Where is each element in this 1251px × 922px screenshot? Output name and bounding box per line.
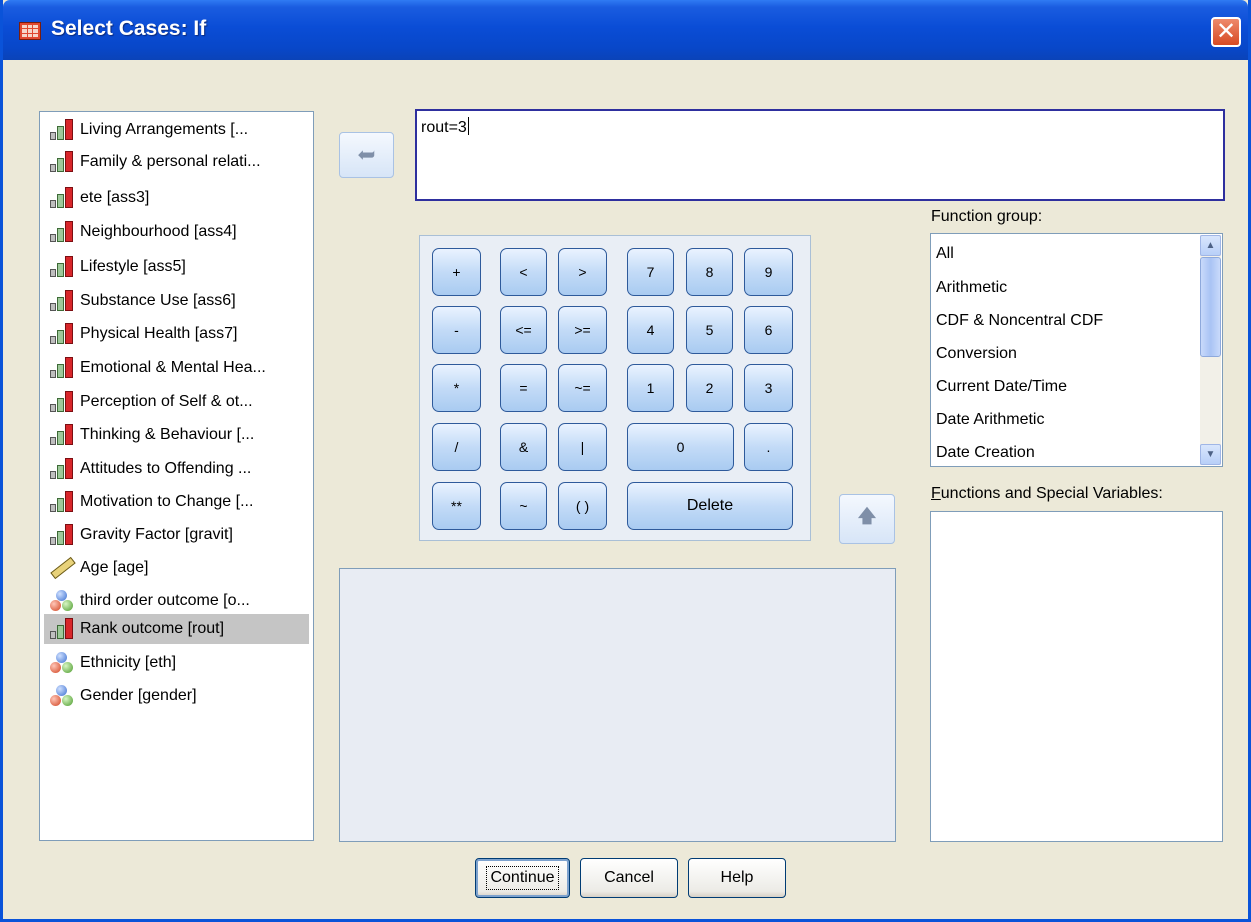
scroll-down-button[interactable]: ▼	[1200, 444, 1221, 465]
key-0[interactable]: 0	[627, 423, 734, 471]
ordinal-icon	[48, 617, 76, 641]
function-group-label: Function group:	[931, 208, 1043, 225]
list-item-function-group[interactable]: Arithmetic	[936, 279, 1007, 297]
ordinal-icon	[48, 255, 76, 279]
key-7[interactable]: 7	[627, 248, 674, 296]
nominal-icon	[48, 651, 76, 675]
list-item-function-group[interactable]: Date Arithmetic	[936, 411, 1044, 429]
key-equals[interactable]: =	[500, 364, 547, 412]
list-item-variable[interactable]: Age [age]	[44, 553, 309, 583]
list-item-variable[interactable]: Neighbourhood [ass4]	[44, 217, 309, 247]
key-greater-equal[interactable]: >=	[558, 306, 607, 354]
calculator-keypad: + < > 7 8 9 - <= >= 4 5 6 * = ~= 1 2 3 /…	[419, 235, 811, 541]
list-item-variable-selected[interactable]: Rank outcome [rout]	[44, 614, 309, 644]
list-item-variable[interactable]: Attitudes to Offending ...	[44, 454, 309, 484]
continue-button[interactable]: Continue	[475, 858, 570, 898]
key-1[interactable]: 1	[627, 364, 674, 412]
title-bar: Select Cases: If ✕	[3, 0, 1248, 60]
key-greater-than[interactable]: >	[558, 248, 607, 296]
key-less-than[interactable]: <	[500, 248, 547, 296]
key-divide[interactable]: /	[432, 423, 481, 471]
list-item-function-group[interactable]: Conversion	[936, 345, 1017, 363]
cancel-button[interactable]: Cancel	[580, 858, 678, 898]
key-2[interactable]: 2	[686, 364, 733, 412]
key-delete[interactable]: Delete	[627, 482, 793, 530]
key-minus[interactable]: -	[432, 306, 481, 354]
numeric-expression-input[interactable]: rout=3	[415, 109, 1225, 201]
ordinal-icon	[48, 118, 76, 142]
ordinal-icon	[48, 289, 76, 313]
list-item-variable[interactable]: Thinking & Behaviour [...	[44, 420, 309, 450]
scroll-thumb[interactable]	[1200, 257, 1221, 357]
arrow-up-icon: 🡅	[857, 506, 877, 526]
list-item-variable[interactable]: Gravity Factor [gravit]	[44, 520, 309, 550]
key-9[interactable]: 9	[744, 248, 793, 296]
spss-dialog-icon	[19, 22, 41, 40]
bent-arrow-left-icon: ➥	[357, 142, 376, 167]
key-6[interactable]: 6	[744, 306, 793, 354]
list-item-variable[interactable]: third order outcome [o...	[44, 586, 309, 616]
move-to-expression-button[interactable]: ➥	[339, 132, 394, 178]
key-3[interactable]: 3	[744, 364, 793, 412]
key-8[interactable]: 8	[686, 248, 733, 296]
key-or[interactable]: |	[558, 423, 607, 471]
triangle-down-icon: ▼	[1205, 449, 1216, 460]
window-title: Select Cases: If	[51, 17, 207, 40]
variable-list[interactable]: Living Arrangements [... Family & person…	[39, 111, 314, 841]
key-not-equal[interactable]: ~=	[558, 364, 607, 412]
list-item-variable[interactable]: ete [ass3]	[44, 183, 309, 213]
list-item-function-group[interactable]: All	[936, 245, 954, 263]
close-button[interactable]: ✕	[1211, 17, 1241, 47]
list-item-variable[interactable]: Living Arrangements [...	[44, 115, 309, 145]
ordinal-icon	[48, 457, 76, 481]
nominal-icon	[48, 589, 76, 613]
ordinal-icon	[48, 220, 76, 244]
list-item-variable[interactable]: Motivation to Change [...	[44, 487, 309, 517]
key-less-equal[interactable]: <=	[500, 306, 547, 354]
key-parentheses[interactable]: ( )	[558, 482, 607, 530]
list-item-variable[interactable]: Family & personal relati...	[44, 147, 309, 177]
function-group-list[interactable]: All Arithmetic CDF & Noncentral CDF Conv…	[930, 233, 1223, 467]
expression-text: rout=3	[421, 119, 467, 136]
close-icon: ✕	[1215, 18, 1237, 45]
key-and[interactable]: &	[500, 423, 547, 471]
scroll-up-button[interactable]: ▲	[1200, 235, 1221, 256]
ordinal-icon	[48, 523, 76, 547]
list-item-variable[interactable]: Physical Health [ass7]	[44, 319, 309, 349]
functions-special-variables-list[interactable]	[930, 511, 1223, 842]
ordinal-icon	[48, 322, 76, 346]
ordinal-icon	[48, 356, 76, 380]
scale-icon	[48, 556, 76, 580]
key-power[interactable]: **	[432, 482, 481, 530]
nominal-icon	[48, 684, 76, 708]
ordinal-icon	[48, 186, 76, 210]
list-item-variable[interactable]: Perception of Self & ot...	[44, 387, 309, 417]
ordinal-icon	[48, 490, 76, 514]
key-plus[interactable]: +	[432, 248, 481, 296]
ordinal-icon	[48, 423, 76, 447]
key-multiply[interactable]: *	[432, 364, 481, 412]
key-5[interactable]: 5	[686, 306, 733, 354]
list-item-variable[interactable]: Ethnicity [eth]	[44, 648, 309, 678]
key-decimal[interactable]: .	[744, 423, 793, 471]
functions-special-variables-label: Functions and Special Variables:	[931, 485, 1163, 502]
function-group-scrollbar[interactable]: ▲ ▼	[1200, 235, 1221, 465]
list-item-variable[interactable]: Emotional & Mental Hea...	[44, 353, 309, 383]
list-item-variable[interactable]: Lifestyle [ass5]	[44, 252, 309, 282]
list-item-variable[interactable]: Substance Use [ass6]	[44, 286, 309, 316]
select-cases-if-dialog: Select Cases: If ✕ Living Arrangements […	[0, 0, 1251, 922]
help-button[interactable]: Help	[688, 858, 786, 898]
triangle-up-icon: ▲	[1205, 240, 1216, 251]
list-item-function-group[interactable]: CDF & Noncentral CDF	[936, 312, 1103, 330]
ordinal-icon	[48, 390, 76, 414]
list-item-function-group[interactable]: Current Date/Time	[936, 378, 1067, 396]
key-not[interactable]: ~	[500, 482, 547, 530]
ordinal-icon	[48, 150, 76, 174]
function-description-area	[339, 568, 896, 842]
list-item-function-group[interactable]: Date Creation	[936, 444, 1035, 462]
insert-function-button[interactable]: 🡅	[839, 494, 895, 544]
list-item-variable[interactable]: Gender [gender]	[44, 681, 309, 711]
key-4[interactable]: 4	[627, 306, 674, 354]
text-caret	[467, 117, 469, 135]
